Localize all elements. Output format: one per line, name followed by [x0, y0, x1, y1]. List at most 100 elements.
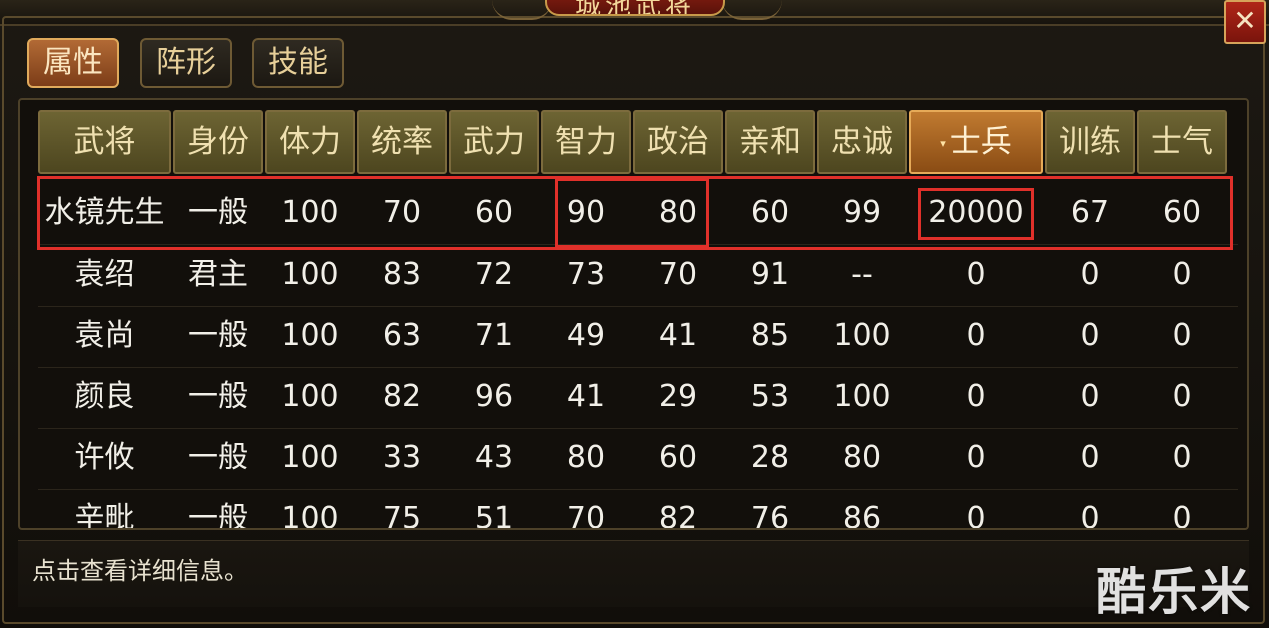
column-header-politics[interactable]: 政治 [633, 110, 723, 174]
table-cell: 水镜先生 [44, 195, 165, 230]
table-cell: 0 [1172, 257, 1192, 292]
table-cell: 82 [658, 501, 698, 530]
footer-hint: 点击查看详细信息。 [32, 557, 248, 585]
table-cell: 0 [1172, 501, 1192, 530]
table-cell: 60 [750, 195, 790, 230]
table-cell: 70 [658, 257, 698, 292]
table-cell: 41 [566, 379, 606, 414]
table-row[interactable]: 颜良 一般 100 82 96 41 29 53 100 0 0 0 [38, 368, 1238, 429]
table-cell: 许攸 [74, 440, 135, 475]
table-cell: 60 [1162, 195, 1202, 230]
table-cell: 70 [566, 501, 606, 530]
column-header-command[interactable]: 统率 [357, 110, 447, 174]
table-cell: 0 [1080, 379, 1100, 414]
table-cell: 90 [566, 195, 606, 230]
table-cell: 33 [382, 440, 422, 475]
table-cell: 袁尚 [74, 318, 135, 353]
general-table: 武将 身份 体力 统率 武力 智力 政治 亲和 忠诚 ▾ 士兵 训练 士气 水镜先… [18, 98, 1249, 530]
table-cell: 91 [750, 257, 790, 292]
table-cell: 76 [750, 501, 790, 530]
table-cell: 100 [281, 195, 339, 230]
column-header-identity[interactable]: 身份 [173, 110, 263, 174]
table-cell: 71 [474, 318, 514, 353]
table-cell: 袁绍 [74, 257, 135, 292]
table-cell: 0 [966, 257, 986, 292]
close-button[interactable]: ✕ [1224, 0, 1266, 44]
table-row[interactable]: 袁绍 君主 100 83 72 73 70 91 -- 0 0 0 [38, 246, 1238, 307]
table-cell: 一般 [188, 501, 248, 530]
table-cell: 41 [658, 318, 698, 353]
table-cell: 一般 [188, 195, 248, 230]
column-header-force[interactable]: 武力 [449, 110, 539, 174]
table-cell: 29 [658, 379, 698, 414]
table-cell: 君主 [188, 257, 248, 292]
tab-skills[interactable]: 技能 [252, 38, 344, 88]
table-cell: 80 [566, 440, 606, 475]
table-cell: 100 [281, 257, 339, 292]
table-cell: 一般 [188, 440, 248, 475]
table-row[interactable]: 许攸 一般 100 33 43 80 60 28 80 0 0 0 [38, 429, 1238, 490]
table-cell: 28 [750, 440, 790, 475]
game-dialog-window: 城池武将 ✕ 属性 阵形 技能 武将 身份 体力 统率 武力 智力 政治 亲和 … [0, 0, 1269, 628]
table-cell: 0 [1080, 501, 1100, 530]
table-cell: 63 [382, 318, 422, 353]
table-cell: 43 [474, 440, 514, 475]
table-row[interactable]: 袁尚 一般 100 63 71 49 41 85 100 0 0 0 [38, 307, 1238, 368]
table-cell: 83 [382, 257, 422, 292]
row-divider [38, 244, 1238, 245]
table-cell: 60 [474, 195, 514, 230]
table-cell: 100 [281, 501, 339, 530]
table-header: 武将 身份 体力 统率 武力 智力 政治 亲和 忠诚 ▾ 士兵 训练 士气 [38, 110, 1238, 174]
table-cell: 0 [1080, 257, 1100, 292]
tab-label: 属性 [43, 45, 103, 80]
column-header-intellect[interactable]: 智力 [541, 110, 631, 174]
table-cell: 20000 [928, 195, 1024, 230]
table-cell: 73 [566, 257, 606, 292]
tab-label: 技能 [268, 45, 328, 80]
table-cell: 0 [1172, 440, 1192, 475]
table-row[interactable]: 辛毗 一般 100 75 51 70 82 76 86 0 0 0 [38, 490, 1238, 530]
tab-attributes[interactable]: 属性 [27, 38, 119, 88]
table-cell: 72 [474, 257, 514, 292]
table-cell: 49 [566, 318, 606, 353]
table-cell: 一般 [188, 318, 248, 353]
table-row[interactable]: 水镜先生 一般 100 70 60 90 80 60 99 20000 67 60 [38, 184, 1238, 245]
table-cell: 0 [1080, 318, 1100, 353]
column-header-soldiers[interactable]: ▾ 士兵 [909, 110, 1043, 174]
tab-formation[interactable]: 阵形 [140, 38, 232, 88]
table-cell: -- [851, 257, 873, 292]
column-header-general[interactable]: 武将 [38, 110, 171, 174]
watermark-logo: 酷乐米 [1096, 563, 1252, 621]
column-header-charm[interactable]: 亲和 [725, 110, 815, 174]
table-cell: 一般 [188, 379, 248, 414]
table-cell: 0 [966, 379, 986, 414]
sort-desc-icon: ▾ [940, 136, 946, 150]
table-cell: 100 [833, 379, 891, 414]
close-icon: ✕ [1233, 4, 1257, 37]
table-cell: 0 [1172, 379, 1192, 414]
table-cell: 67 [1070, 195, 1110, 230]
column-header-loyalty[interactable]: 忠诚 [817, 110, 907, 174]
table-cell: 99 [842, 195, 882, 230]
table-cell: 100 [281, 379, 339, 414]
table-cell: 60 [658, 440, 698, 475]
column-header-morale[interactable]: 士气 [1137, 110, 1227, 174]
table-cell: 75 [382, 501, 422, 530]
column-header-training[interactable]: 训练 [1045, 110, 1135, 174]
table-cell: 0 [966, 501, 986, 530]
table-cell: 96 [474, 379, 514, 414]
table-cell: 100 [833, 318, 891, 353]
table-cell: 53 [750, 379, 790, 414]
column-header-stamina[interactable]: 体力 [265, 110, 355, 174]
table-cell: 80 [842, 440, 882, 475]
table-cell: 51 [474, 501, 514, 530]
table-cell: 0 [1172, 318, 1192, 353]
table-cell: 80 [658, 195, 698, 230]
table-cell: 0 [966, 318, 986, 353]
table-cell: 70 [382, 195, 422, 230]
table-cell: 0 [1080, 440, 1100, 475]
table-cell: 0 [966, 440, 986, 475]
table-cell: 86 [842, 501, 882, 530]
table-cell: 100 [281, 440, 339, 475]
table-cell: 100 [281, 318, 339, 353]
